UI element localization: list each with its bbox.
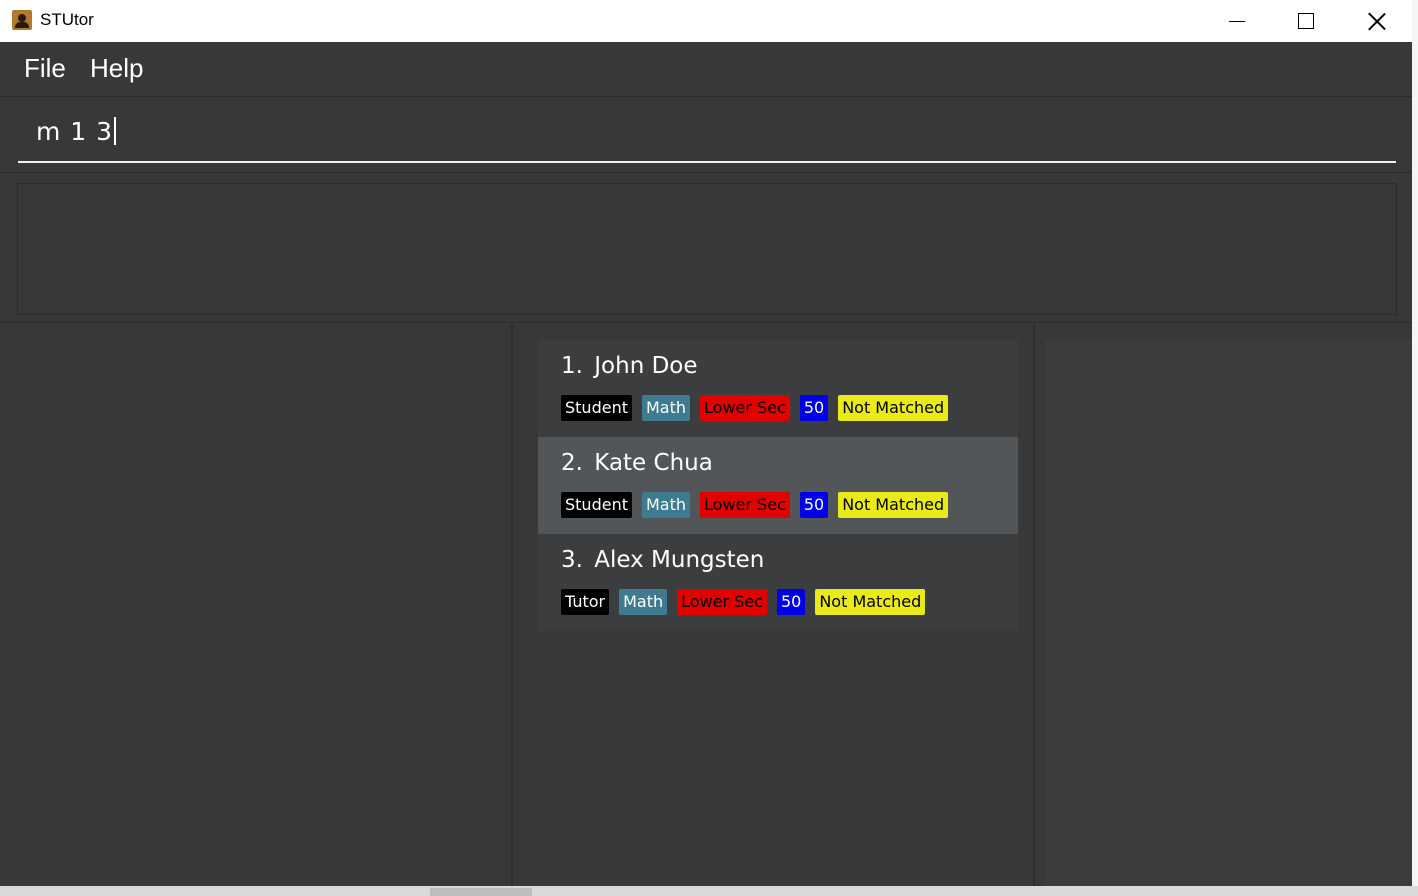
person-name: John Doe [594, 353, 698, 379]
role-tag: Tutor [561, 589, 610, 615]
close-button[interactable] [1354, 0, 1400, 42]
person-card-title: 1. John Doe [561, 353, 698, 379]
status-tag: Not Matched [815, 589, 926, 615]
person-card-title: 2. Kate Chua [561, 450, 713, 476]
split-pane-divider-right[interactable] [1033, 324, 1035, 886]
status-tag: Not Matched [838, 492, 949, 518]
menu-file[interactable]: File [24, 53, 66, 84]
person-card[interactable]: 3. Alex Mungsten Tutor Math Lower Sec 50… [538, 534, 1018, 631]
person-list-panel: 1. John Doe Student Math Lower Sec 50 No… [513, 324, 1033, 886]
background-window-edge [1412, 0, 1418, 896]
command-input[interactable]: m 1 3 [18, 109, 1396, 163]
role-tag: Student [561, 492, 632, 518]
level-tag: Lower Sec [700, 492, 790, 518]
person-tags: Tutor Math Lower Sec 50 Not Matched [561, 589, 926, 615]
scrollbar-thumb[interactable] [430, 888, 532, 896]
app-person-icon [12, 10, 32, 30]
command-box: m 1 3 [0, 97, 1412, 173]
person-name: Alex Mungsten [594, 547, 765, 573]
person-card-selected[interactable]: 2. Kate Chua Student Math Lower Sec 50 N… [538, 437, 1018, 534]
maximize-button[interactable] [1283, 0, 1329, 42]
result-display [17, 183, 1397, 315]
menu-bar: File Help [0, 43, 1412, 97]
role-tag: Student [561, 395, 632, 421]
horizontal-scrollbar[interactable] [0, 886, 1418, 896]
person-index: 1. [561, 353, 583, 379]
text-caret [114, 117, 116, 145]
subject-tag: Math [641, 492, 691, 518]
price-tag: 50 [799, 492, 829, 518]
menu-help[interactable]: Help [90, 53, 143, 84]
window-title: STUtor [40, 10, 94, 29]
left-pane [0, 324, 511, 886]
person-index: 3. [561, 547, 583, 573]
minimize-button[interactable] [1214, 0, 1260, 42]
title-bar: STUtor [0, 0, 1412, 42]
subject-tag: Math [641, 395, 691, 421]
person-card[interactable]: 1. John Doe Student Math Lower Sec 50 No… [538, 340, 1018, 437]
command-text: m 1 3 [36, 117, 116, 146]
price-tag: 50 [776, 589, 806, 615]
level-tag: Lower Sec [677, 589, 767, 615]
maximize-icon [1298, 13, 1314, 29]
close-icon [1368, 12, 1386, 30]
detail-panel [1045, 340, 1412, 886]
level-tag: Lower Sec [700, 395, 790, 421]
price-tag: 50 [799, 395, 829, 421]
person-tags: Student Math Lower Sec 50 Not Matched [561, 395, 949, 421]
command-value: m 1 3 [36, 117, 114, 146]
person-index: 2. [561, 450, 583, 476]
result-display-area [0, 174, 1412, 323]
status-tag: Not Matched [838, 395, 949, 421]
person-name: Kate Chua [594, 450, 713, 476]
person-card-title: 3. Alex Mungsten [561, 547, 764, 573]
subject-tag: Math [619, 589, 668, 615]
minimize-icon [1229, 20, 1245, 22]
person-tags: Student Math Lower Sec 50 Not Matched [561, 492, 949, 518]
